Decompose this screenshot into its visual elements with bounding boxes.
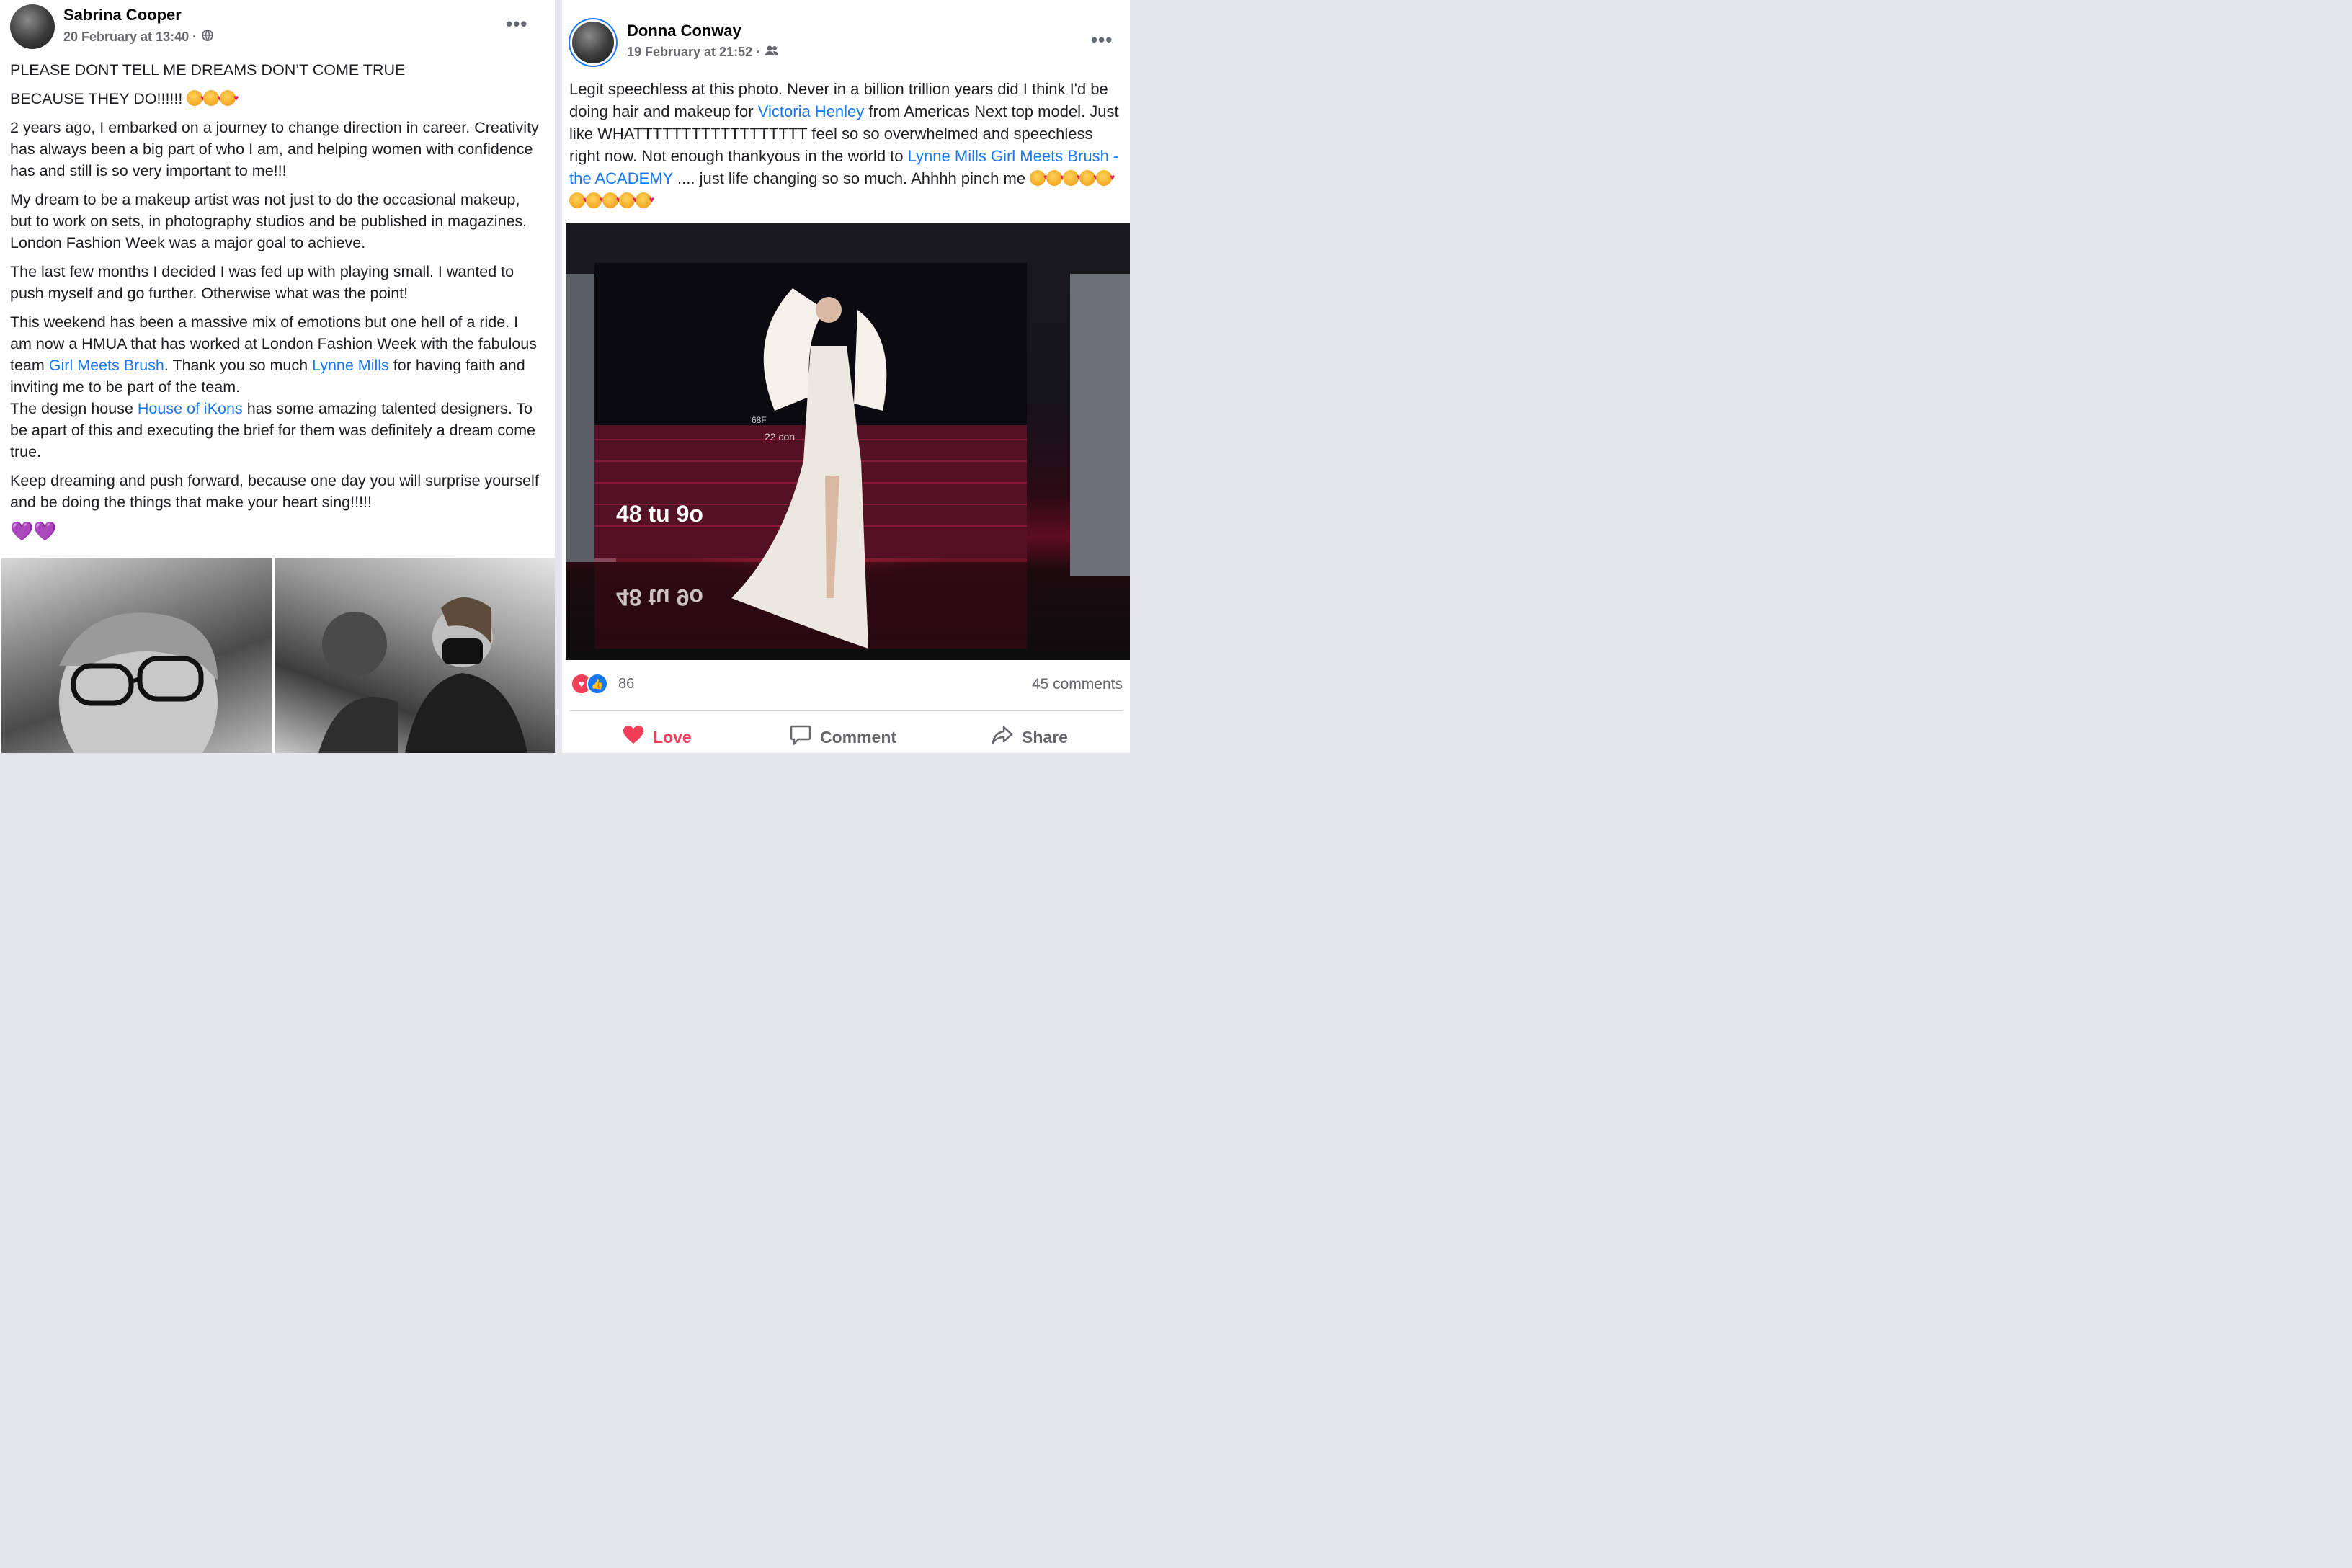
text-run: . Thank you so much: [164, 357, 313, 374]
more-dots-icon[interactable]: •••: [506, 13, 527, 35]
author-name[interactable]: Sabrina Cooper: [63, 6, 182, 24]
post-photo-fashion-show[interactable]: 48 tu 9o 48 tu 9o 22 con 68F: [566, 223, 1130, 660]
post-text: Legit speechless at this photo. Never in…: [569, 78, 1120, 212]
post-paragraph: BECAUSE THEY DO!!!!!!: [10, 87, 543, 110]
author-avatar[interactable]: [10, 4, 55, 49]
author-avatar[interactable]: [572, 22, 614, 63]
selfie-illustration: [59, 612, 218, 753]
post-donna-conway: Donna Conway 19 February at 21:52 · ••• …: [562, 0, 1130, 753]
comments-count[interactable]: 45 comments: [1032, 676, 1123, 693]
purple-hearts-emoji-icon: 💜💜: [10, 520, 57, 542]
screen-large-text: 48 tu 9o: [616, 501, 703, 527]
share-button-label: Share: [1022, 728, 1068, 747]
reaction-count: 86: [618, 675, 635, 692]
reactions-summary[interactable]: ♥ 👍 86: [571, 673, 634, 695]
post-sabrina-cooper: Sabrina Cooper 20 February at 13:40 · ••…: [0, 0, 555, 753]
author-name[interactable]: Donna Conway: [627, 22, 741, 40]
post-photo-makeup-session[interactable]: [275, 558, 555, 753]
divider: [569, 710, 1123, 711]
text-run: .... just life changing so so much. Ahhh…: [672, 169, 1026, 187]
post-paragraph: The last few months I decided I was fed …: [10, 263, 514, 302]
makeup-session-illustration: [318, 597, 527, 753]
link-lynne-mills[interactable]: Lynne Mills: [312, 357, 389, 374]
more-dots-icon[interactable]: •••: [1091, 29, 1113, 51]
post-timestamp[interactable]: 19 February at 21:52 ·: [627, 45, 760, 60]
post-paragraph: 2 years ago, I embarked on a journey to …: [10, 119, 539, 179]
comment-button[interactable]: Comment: [790, 725, 896, 750]
post-meta: 19 February at 21:52 ·: [627, 45, 779, 60]
link-house-of-ikons[interactable]: House of iKons: [138, 400, 243, 417]
post-text: PLEASE DONT TELL ME DREAMS DON’T COME TR…: [10, 59, 543, 549]
post-meta: 20 February at 13:40 ·: [63, 29, 214, 45]
friends-icon: [765, 45, 779, 60]
post-photo-selfie[interactable]: [1, 558, 272, 753]
smiling-hearts-emoji-icon: [187, 87, 239, 109]
like-reaction-icon: 👍: [587, 673, 608, 695]
share-icon: [992, 725, 1013, 750]
love-button[interactable]: Love: [623, 725, 692, 750]
link-victoria-henley[interactable]: Victoria Henley: [758, 102, 865, 120]
post-timestamp[interactable]: 20 February at 13:40 ·: [63, 30, 197, 45]
heart-icon: [623, 725, 644, 750]
screen-large-text-reflection: 48 tu 9o: [616, 584, 703, 610]
love-button-label: Love: [653, 728, 692, 747]
screen-small-text: 68F: [752, 415, 767, 425]
post-paragraph: This weekend has been a massive mix of e…: [10, 311, 543, 463]
share-button[interactable]: Share: [992, 725, 1068, 750]
text-run: The design house: [10, 400, 138, 417]
screen-small-text: 22 con: [765, 431, 796, 442]
comment-button-label: Comment: [820, 728, 897, 747]
comment-icon: [790, 725, 811, 750]
globe-icon: [201, 29, 214, 45]
post-paragraph: PLEASE DONT TELL ME DREAMS DON’T COME TR…: [10, 61, 406, 79]
post-paragraph-text: BECAUSE THEY DO!!!!!!: [10, 90, 183, 107]
post-paragraph: Keep dreaming and push forward, because …: [10, 472, 539, 511]
link-girl-meets-brush[interactable]: Girl Meets Brush: [49, 357, 164, 374]
post-paragraph: My dream to be a makeup artist was not j…: [10, 191, 527, 251]
